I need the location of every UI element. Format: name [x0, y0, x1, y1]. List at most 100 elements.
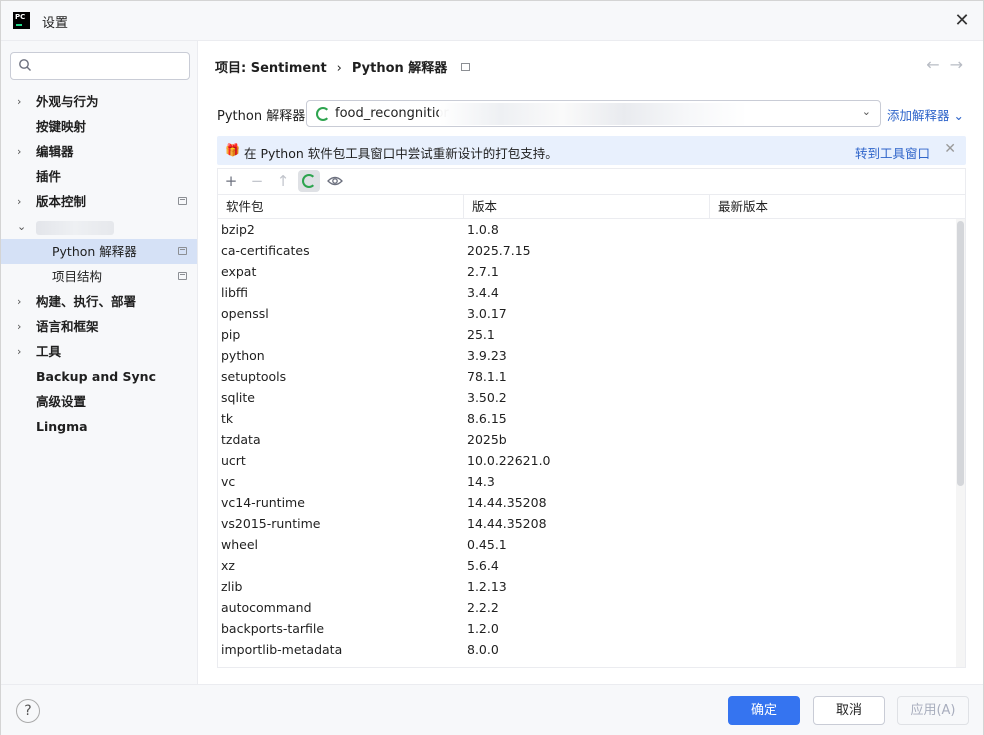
table-row[interactable]: openssl 3.0.17: [218, 303, 956, 324]
table-row[interactable]: vs2015-runtime 14.44.35208: [218, 513, 956, 534]
table-row[interactable]: pip 25.1: [218, 324, 956, 345]
cancel-button[interactable]: 取消: [813, 696, 885, 725]
table-row[interactable]: sqlite 3.50.2: [218, 387, 956, 408]
sidebar-item-label: 编辑器: [36, 144, 74, 159]
package-name-cell: python: [221, 348, 265, 363]
package-name-cell: ucrt: [221, 453, 246, 468]
interpreter-value: food_recongnitior: [335, 106, 449, 121]
table-row[interactable]: expat 2.7.1: [218, 261, 956, 282]
sidebar-item[interactable]: Lingma: [1, 414, 197, 439]
chevron-right-icon[interactable]: ›: [17, 314, 21, 339]
chevron-right-icon[interactable]: ›: [17, 89, 21, 114]
help-icon[interactable]: ?: [16, 699, 40, 723]
ok-button[interactable]: 确定: [728, 696, 800, 725]
forward-arrow-icon[interactable]: →: [950, 55, 973, 74]
table-row[interactable]: setuptools 78.1.1: [218, 366, 956, 387]
table-row[interactable]: bzip2 1.0.8: [218, 219, 956, 240]
breadcrumb-page: Python 解释器: [351, 61, 448, 76]
package-name-cell: bzip2: [221, 222, 255, 237]
table-row[interactable]: wheel 0.45.1: [218, 534, 956, 555]
table-row[interactable]: xz 5.6.4: [218, 555, 956, 576]
table-row[interactable]: ucrt 10.0.22621.0: [218, 450, 956, 471]
version-cell: 2025.7.15: [467, 243, 531, 258]
chevron-right-icon[interactable]: ›: [17, 289, 21, 314]
dialog-footer: ? 确定 取消 应用(A): [1, 684, 983, 735]
table-row[interactable]: importlib-metadata 8.0.0: [218, 639, 956, 660]
sidebar-item-label: 插件: [36, 169, 62, 184]
upgrade-package-icon[interactable]: ↑: [272, 170, 294, 192]
sidebar-item-label: 外观与行为: [36, 94, 99, 109]
version-cell: 3.0.17: [467, 306, 507, 321]
sidebar-item[interactable]: 插件: [1, 164, 197, 189]
sidebar-item[interactable]: › 版本控制: [1, 189, 197, 214]
version-cell: 14.44.35208: [467, 516, 547, 531]
table-row[interactable]: tk 8.6.15: [218, 408, 956, 429]
loading-icon: [316, 107, 330, 121]
version-cell: 10.0.22621.0: [467, 453, 551, 468]
main-panel: 项目: Sentiment › Python 解释器 ←→ Python 解释器: …: [199, 41, 983, 684]
remove-package-icon[interactable]: −: [246, 170, 268, 192]
packages-toolbar: + − ↑: [217, 168, 966, 194]
chevron-right-icon[interactable]: ›: [17, 189, 21, 214]
packages-table: 软件包 版本 最新版本 bzip2 1.0.8 ca-certificates 202…: [217, 194, 966, 668]
sidebar-item[interactable]: 项目结构: [1, 264, 197, 289]
sidebar-item-label: Backup and Sync: [36, 369, 156, 384]
chevron-right-icon[interactable]: ›: [17, 139, 21, 164]
sidebar-item[interactable]: Backup and Sync: [1, 364, 197, 389]
chevron-down-icon[interactable]: ⌄: [17, 214, 26, 239]
close-icon[interactable]: ✕: [949, 8, 975, 34]
sidebar-item-label: Python 解释器: [52, 244, 137, 259]
package-name-cell: vs2015-runtime: [221, 516, 321, 531]
settings-search-input[interactable]: [10, 52, 190, 80]
table-row[interactable]: libffi 3.4.4: [218, 282, 956, 303]
go-to-tool-window-link[interactable]: 转到工具窗口: [855, 143, 930, 162]
table-row[interactable]: zlib 1.2.13: [218, 576, 956, 597]
version-cell: 14.3: [467, 474, 495, 489]
sidebar-item[interactable]: ⌄: [1, 214, 197, 239]
sidebar-item[interactable]: Python 解释器: [1, 239, 197, 264]
table-scrollbar[interactable]: [956, 219, 965, 667]
table-row[interactable]: vc14-runtime 14.44.35208: [218, 492, 956, 513]
version-cell: 5.6.4: [467, 558, 499, 573]
version-cell: 25.1: [467, 327, 495, 342]
sidebar-item[interactable]: › 编辑器: [1, 139, 197, 164]
table-row[interactable]: autocommand 2.2.2: [218, 597, 956, 618]
table-row[interactable]: ca-certificates 2025.7.15: [218, 240, 956, 261]
sidebar-item[interactable]: 高级设置: [1, 389, 197, 414]
banner-close-icon[interactable]: ✕: [944, 141, 956, 157]
version-cell: 3.9.23: [467, 348, 507, 363]
column-header-version[interactable]: 版本: [464, 195, 710, 219]
sidebar-item[interactable]: › 构建、执行、部署: [1, 289, 197, 314]
table-row[interactable]: tzdata 2025b: [218, 429, 956, 450]
sidebar-item[interactable]: › 外观与行为: [1, 89, 197, 114]
version-cell: 8.6.15: [467, 411, 507, 426]
apply-button[interactable]: 应用(A): [897, 696, 969, 725]
sidebar-item-label: 构建、执行、部署: [36, 294, 137, 309]
breadcrumb: 项目: Sentiment › Python 解释器: [215, 57, 471, 76]
project-scope-icon: [178, 247, 187, 255]
column-header-package[interactable]: 软件包: [218, 195, 464, 219]
table-row[interactable]: python 3.9.23: [218, 345, 956, 366]
add-package-icon[interactable]: +: [220, 170, 242, 192]
scrollbar-thumb[interactable]: [957, 221, 964, 486]
sidebar-item-label: 高级设置: [36, 394, 87, 409]
sidebar-item[interactable]: › 工具: [1, 339, 197, 364]
sidebar-item[interactable]: › 语言和框架: [1, 314, 197, 339]
table-row[interactable]: vc 14.3: [218, 471, 956, 492]
settings-dialog: PC 设置 ✕ › 外观与行为 按键映射 › 编辑器 插件 › 版本控制 ⌄ Python 解释器…: [0, 0, 984, 735]
column-header-latest[interactable]: 最新版本: [710, 195, 965, 219]
show-early-releases-eye-icon[interactable]: [324, 170, 346, 192]
chevron-right-icon[interactable]: ›: [17, 339, 21, 364]
table-row[interactable]: backports-tarfile 1.2.0: [218, 618, 956, 639]
settings-nav-tree: › 外观与行为 按键映射 › 编辑器 插件 › 版本控制 ⌄ Python 解释器 项目结构 › 构建、…: [1, 89, 197, 439]
add-interpreter-link[interactable]: 添加解释器 ⌄: [887, 105, 964, 124]
refresh-loading-icon[interactable]: [298, 170, 320, 192]
sidebar-item[interactable]: 按键映射: [1, 114, 197, 139]
interpreter-select[interactable]: food_recongnitior ⌄: [306, 100, 881, 127]
redacted-path: [439, 103, 747, 125]
package-name-cell: zlib: [221, 579, 243, 594]
back-arrow-icon[interactable]: ←: [926, 55, 949, 74]
package-name-cell: vc: [221, 474, 236, 489]
pycharm-app-icon: PC: [13, 12, 30, 29]
dialog-title: 设置: [42, 16, 69, 31]
